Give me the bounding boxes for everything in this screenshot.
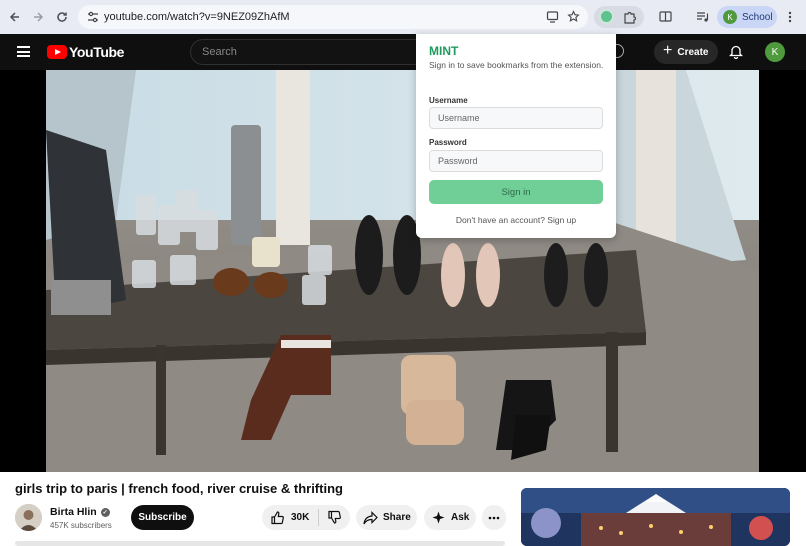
channel-avatar[interactable]	[15, 504, 42, 531]
share-button[interactable]: Share	[356, 505, 417, 530]
puzzle-icon[interactable]	[623, 10, 637, 24]
plus-icon: +	[663, 42, 673, 59]
like-dislike-group: 30K	[262, 505, 350, 530]
youtube-logo[interactable]: YouTube	[47, 44, 124, 60]
username-label: Username	[429, 96, 468, 105]
subscriber-count: 457K subscribers	[50, 521, 112, 530]
cast-icon[interactable]	[546, 10, 559, 23]
thumbs-up-icon[interactable]	[270, 510, 285, 525]
more-horizontal-icon	[488, 516, 500, 519]
video-player[interactable]	[0, 70, 806, 472]
create-button[interactable]: + Create	[654, 40, 718, 64]
search-placeholder: Search	[202, 46, 237, 58]
sparkle-icon	[432, 511, 445, 524]
recommended-video-thumbnail[interactable]	[521, 488, 790, 546]
thumbs-down-icon[interactable]	[327, 510, 342, 525]
youtube-header: YouTube Search + Create K	[0, 34, 806, 70]
profile-avatar: K	[723, 10, 737, 24]
hamburger-icon[interactable]	[17, 46, 30, 57]
browser-toolbar: youtube.com/watch?v=9NEZ09ZhAfM K School	[0, 0, 806, 34]
ask-button[interactable]: Ask	[424, 505, 476, 530]
video-frame[interactable]	[46, 70, 759, 472]
reload-icon[interactable]	[51, 6, 73, 28]
like-divider	[318, 509, 320, 526]
description-box-edge	[15, 541, 505, 546]
verified-icon: ✓	[100, 507, 110, 517]
username-input[interactable]: Username	[429, 107, 603, 129]
bell-icon[interactable]	[729, 44, 743, 59]
profile-button[interactable]: K School	[717, 6, 777, 28]
password-label: Password	[429, 138, 467, 147]
media-icon[interactable]	[696, 11, 709, 23]
account-avatar[interactable]: K	[765, 42, 785, 62]
password-input[interactable]: Password	[429, 150, 603, 172]
like-count[interactable]: 30K	[291, 512, 309, 523]
ask-label: Ask	[451, 512, 470, 523]
profile-name: School	[742, 11, 773, 23]
popup-title: MINT	[429, 44, 459, 58]
extension-icon[interactable]	[599, 9, 614, 24]
more-actions-button[interactable]	[482, 505, 506, 530]
address-bar[interactable]: youtube.com/watch?v=9NEZ09ZhAfM	[78, 5, 588, 29]
share-label: Share	[383, 512, 411, 523]
back-arrow-icon[interactable]	[4, 6, 26, 28]
channel-name[interactable]: Birta Hlin ✓	[50, 506, 110, 518]
subscribe-button[interactable]: Subscribe	[131, 505, 194, 530]
split-view-icon[interactable]	[659, 11, 672, 23]
url-text[interactable]: youtube.com/watch?v=9NEZ09ZhAfM	[104, 11, 290, 23]
star-icon[interactable]	[567, 10, 580, 23]
youtube-logo-text: YouTube	[69, 44, 125, 60]
youtube-play-icon	[47, 45, 67, 59]
channel-name-text[interactable]: Birta Hlin	[50, 506, 97, 518]
video-scene	[46, 70, 759, 472]
tune-icon[interactable]	[87, 11, 99, 23]
search-input[interactable]: Search	[190, 39, 416, 65]
mint-login-popup: MINT Sign in to save bookmarks from the …	[416, 34, 616, 238]
forward-arrow-icon[interactable]	[27, 6, 49, 28]
sign-up-link[interactable]: Don't have an account? Sign up	[416, 215, 616, 225]
password-placeholder: Password	[438, 156, 478, 166]
share-icon	[363, 510, 378, 524]
sign-in-button[interactable]: Sign in	[429, 180, 603, 204]
popup-subtitle: Sign in to save bookmarks from the exten…	[429, 60, 604, 70]
more-vertical-icon[interactable]	[787, 11, 793, 23]
username-placeholder: Username	[438, 113, 480, 123]
video-title: girls trip to paris | french food, river…	[15, 481, 343, 496]
create-label: Create	[677, 46, 709, 58]
